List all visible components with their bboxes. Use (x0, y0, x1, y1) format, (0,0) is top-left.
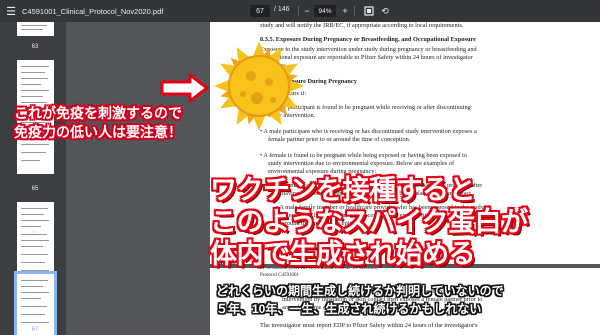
page-total: / 146 (274, 6, 290, 13)
zoom-in-icon[interactable]: + (340, 5, 350, 17)
document-line: study and will notify the IRB/EC, if app… (260, 22, 464, 29)
document-line: The investigator must report EDP to Pfiz… (260, 322, 478, 329)
document-line: study intervention due to environmental … (268, 160, 455, 167)
page-number-input[interactable]: 67 (250, 5, 270, 17)
subtitle-caption-line: どれくらいの期間生成し続けるか判明していないので (216, 284, 504, 298)
pdf-toolbar: ☰ C4591001_Clinical_Protocol_Nov2020.pdf… (0, 0, 600, 22)
rotate-icon[interactable]: ⟲ (378, 4, 392, 18)
toolbar-divider (354, 6, 355, 16)
zoom-out-icon[interactable]: − (302, 5, 312, 17)
subtitle-caption-line: ５年、10年、一生、生成され続けるかもしれない (216, 302, 482, 316)
fit-page-icon[interactable] (362, 4, 376, 18)
file-name: C4591001_Clinical_Protocol_Nov2020.pdf (22, 6, 164, 16)
caption-line: 免疫力の低い人は要注意！ (14, 124, 182, 140)
thumbnail-page-number: 65 (31, 186, 39, 192)
menu-icon[interactable]: ☰ (0, 0, 22, 22)
thumbnail-sidebar: 63 65 66 67 (0, 22, 66, 335)
document-line: • A female is found to be pregnant while… (260, 152, 467, 159)
page-thumbnail-selected[interactable] (14, 271, 57, 335)
arrow-right-icon (160, 73, 209, 103)
page-thumbnail[interactable] (17, 22, 54, 36)
zoom-level-input[interactable]: 94% (314, 5, 336, 17)
page-header: Protocol C4591001 (260, 273, 300, 278)
caption-line: これが免疫を刺激するので (14, 105, 182, 121)
document-line: female partner prior to or around the ti… (268, 136, 411, 143)
headline-caption-line: 体内で生成され始める (210, 239, 476, 269)
thumbnail-page-number: 66 (31, 230, 39, 236)
spike-protein-icon (214, 41, 304, 131)
thumbnail-page-number: 67 (31, 327, 39, 333)
thumbnail-page-number: 63 (31, 44, 39, 50)
toolbar-divider (298, 6, 299, 16)
annotation-caption: これが免疫を刺激するので 免疫力の低い人は要注意！ (14, 104, 182, 142)
